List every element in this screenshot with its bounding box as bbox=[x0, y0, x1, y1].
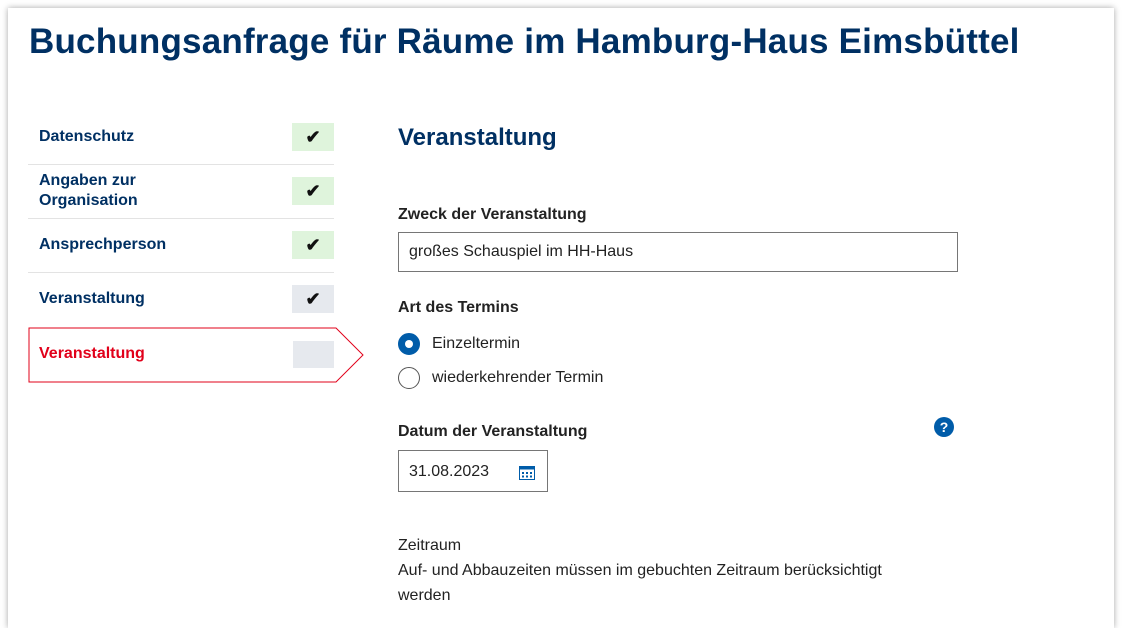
sidebar-item-label: Veranstaltung bbox=[39, 290, 145, 307]
section-title: Veranstaltung bbox=[398, 124, 557, 151]
period-note-line1: Auf- und Abbauzeiten müssen im gebuchten… bbox=[398, 562, 882, 579]
radio-wiederkehrend[interactable] bbox=[398, 367, 420, 389]
sidebar-item-label-line1: Angaben zur bbox=[39, 172, 136, 189]
calendar-icon[interactable] bbox=[519, 465, 535, 480]
date-input[interactable]: 31.08.2023 bbox=[398, 450, 548, 492]
sidebar-item-current[interactable]: Veranstaltung bbox=[28, 327, 364, 383]
radio-option-wiederkehrend[interactable]: wiederkehrender Termin bbox=[398, 366, 603, 390]
check-icon: ✔ bbox=[292, 231, 334, 259]
status-box bbox=[293, 341, 334, 368]
help-icon[interactable]: ? bbox=[934, 417, 954, 437]
period-heading: Zeitraum bbox=[398, 537, 462, 554]
sidebar-item-label: Datenschutz bbox=[39, 128, 135, 145]
purpose-label: Zweck der Veranstaltung bbox=[398, 206, 587, 223]
purpose-input[interactable] bbox=[398, 232, 958, 272]
page-title: Buchungsanfrage für Räume im Hamburg-Hau… bbox=[29, 22, 1020, 61]
sidebar-item-ansprechperson[interactable]: Ansprechperson ✔ bbox=[28, 219, 334, 273]
radio-label: wiederkehrender Termin bbox=[432, 369, 604, 386]
sidebar-item-current-label: Veranstaltung bbox=[39, 345, 145, 362]
period-note-line2: werden bbox=[398, 587, 451, 604]
radio-einzeltermin[interactable] bbox=[398, 333, 420, 355]
check-icon: ✔ bbox=[292, 285, 334, 313]
sidebar-item-label: Angaben zur Organisation bbox=[39, 171, 138, 211]
sidebar-item-label: Ansprechperson bbox=[39, 236, 167, 253]
date-label: Datum der Veranstaltung bbox=[398, 423, 588, 440]
sidebar-item-datenschutz[interactable]: Datenschutz ✔ bbox=[28, 111, 334, 165]
date-value: 31.08.2023 bbox=[409, 463, 490, 480]
sidebar-item-organisation[interactable]: Angaben zur Organisation ✔ bbox=[28, 165, 334, 219]
radio-label: Einzeltermin bbox=[432, 335, 521, 352]
check-icon: ✔ bbox=[292, 123, 334, 151]
appointment-type-label: Art des Termins bbox=[398, 299, 519, 316]
check-icon: ✔ bbox=[292, 177, 334, 205]
radio-option-einzeltermin[interactable]: Einzeltermin bbox=[398, 332, 520, 356]
sidebar-item-veranstaltung[interactable]: Veranstaltung ✔ bbox=[28, 273, 334, 326]
sidebar-item-label-line2: Organisation bbox=[39, 192, 138, 209]
